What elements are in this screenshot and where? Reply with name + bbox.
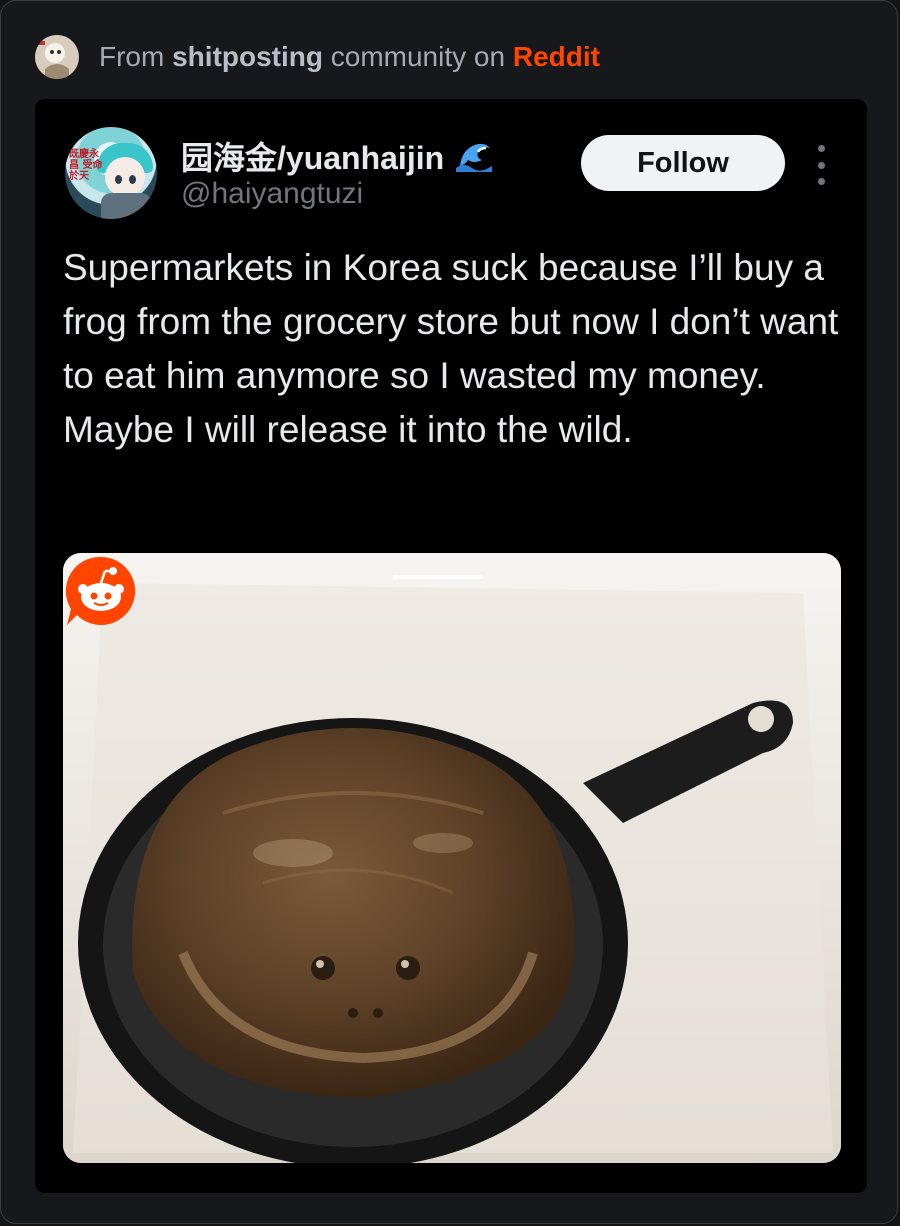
- author-name-text: 园海金/yuanhaijin: [181, 140, 445, 176]
- wave-icon: [456, 143, 493, 172]
- avatar-body: [101, 193, 151, 219]
- more-options-icon[interactable]: [811, 145, 831, 185]
- source-label: From shitposting community on Reddit: [99, 41, 600, 73]
- tweet-media-image[interactable]: [63, 553, 841, 1163]
- follow-button[interactable]: Follow: [581, 135, 785, 191]
- source-prefix: From: [99, 41, 165, 72]
- post-card: From shitposting community on Reddit 既慶永…: [0, 0, 898, 1224]
- tweet-text: Supermarkets in Korea suck because I’ll …: [63, 247, 839, 450]
- platform-link[interactable]: Reddit: [513, 41, 600, 72]
- frog-in-pan-photo: [63, 553, 841, 1163]
- author-avatar[interactable]: 既慶永昌 受命於天: [65, 127, 157, 219]
- embedded-tweet: 既慶永昌 受命於天 园海金/yuanhaijin @haiyangtuzi Fo…: [35, 99, 867, 1193]
- author-name[interactable]: 园海金/yuanhaijin: [181, 133, 494, 179]
- avatar-eye: [115, 175, 122, 184]
- source-bar[interactable]: From shitposting community on Reddit: [35, 33, 600, 81]
- avatar-face: [105, 157, 145, 197]
- community-link[interactable]: shitposting: [172, 41, 323, 72]
- author-handle[interactable]: @haiyangtuzi: [181, 177, 363, 211]
- avatar-seal-text: 既慶永昌 受命於天: [69, 149, 103, 182]
- avatar-eye: [129, 175, 136, 184]
- source-middle: community on: [330, 41, 506, 72]
- reddit-icon: [65, 556, 136, 625]
- community-avatar[interactable]: [35, 35, 79, 79]
